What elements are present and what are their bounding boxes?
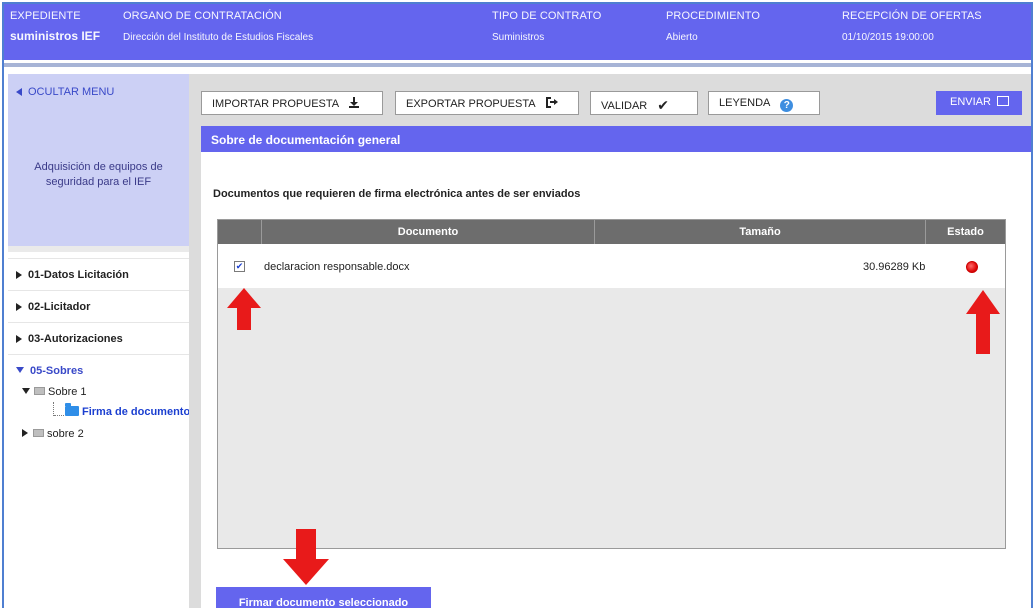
export-icon: [545, 97, 558, 108]
column-select: [218, 220, 262, 244]
validate-button[interactable]: VALIDAR ✔: [590, 91, 698, 115]
envelope-icon: [33, 429, 44, 437]
sidebar-item-label: 01-Datos Licitación: [28, 269, 129, 281]
hide-menu-button[interactable]: OCULTAR MENU: [8, 74, 189, 110]
legend-label: LEYENDA: [719, 97, 771, 109]
envelope-icon: [34, 387, 45, 395]
check-icon: ✔: [657, 97, 669, 113]
table-header: Documento Tamaño Estado: [218, 220, 1005, 244]
tree-connector: [54, 415, 64, 416]
table-row[interactable]: ✔ declaracion responsable.docx 30.96289 …: [218, 244, 1005, 288]
tree-node-sobre-2[interactable]: sobre 2: [22, 428, 84, 440]
sign-selected-button[interactable]: Firmar documento seleccionado: [216, 587, 431, 608]
folder-icon: [65, 403, 79, 416]
tree-node-label: Firma de documentos: [82, 406, 197, 418]
expand-down-icon: [22, 388, 30, 394]
caret-right-icon: [16, 303, 22, 311]
panel-subtitle: Documentos que requieren de firma electr…: [213, 188, 581, 200]
tree-node-firma-documentos[interactable]: Firma de documentos: [65, 403, 197, 418]
header-procedimiento: PROCEDIMIENTO Abierto: [666, 10, 760, 43]
annotation-arrow-up: [966, 290, 1000, 354]
sidebar-item-autorizaciones[interactable]: 03-Autorizaciones: [8, 322, 189, 352]
annotation-arrow-up: [227, 288, 261, 330]
import-button[interactable]: IMPORTAR PROPUESTA: [201, 91, 383, 115]
header-organo: ORGANO DE CONTRATACIÓN Dirección del Ins…: [123, 10, 313, 43]
procedimiento-label: PROCEDIMIENTO: [666, 10, 760, 22]
header-recepcion: RECEPCIÓN DE OFERTAS 01/10/2015 19:00:00: [842, 10, 982, 43]
sidebar-item-datos-licitacion[interactable]: 01-Datos Licitación: [8, 258, 189, 288]
caret-right-icon: [16, 271, 22, 279]
app-frame: EXPEDIENTE suministros IEF ORGANO DE CON…: [2, 2, 1033, 608]
expand-right-icon: [22, 429, 28, 437]
main-area: IMPORTAR PROPUESTA EXPORTAR PROPUESTA VA…: [189, 74, 1031, 608]
documents-table: Documento Tamaño Estado ✔ declaracion re…: [217, 219, 1006, 549]
tree-node-label: sobre 2: [47, 428, 84, 440]
export-button[interactable]: EXPORTAR PROPUESTA: [395, 91, 579, 115]
validate-label: VALIDAR: [601, 100, 648, 112]
legend-button[interactable]: LEYENDA?: [708, 91, 820, 115]
tree-connector: [53, 402, 54, 416]
send-button[interactable]: ENVIAR: [936, 91, 1022, 115]
sidebar-item-sobres[interactable]: 05-Sobres: [8, 354, 189, 384]
header-tipo: TIPO DE CONTRATO Suministros: [492, 10, 601, 43]
document-name: declaracion responsable.docx: [264, 261, 410, 273]
column-tamano: Tamaño: [595, 220, 926, 244]
organo-value: Dirección del Instituto de Estudios Fisc…: [123, 32, 314, 43]
panel-title: Sobre de documentación general: [201, 126, 1031, 152]
row-checkbox[interactable]: ✔: [234, 261, 245, 272]
sidebar: OCULTAR MENU Adquisición de equipos de s…: [8, 74, 196, 608]
divider: [8, 246, 189, 252]
header-divider: [4, 63, 1031, 67]
tree-node-label: Sobre 1: [48, 386, 87, 398]
expediente-value: suministros IEF: [10, 29, 101, 43]
send-envelope-icon: [996, 96, 1009, 106]
export-label: EXPORTAR PROPUESTA: [406, 98, 536, 110]
status-red-icon: [966, 261, 978, 273]
header-expediente: EXPEDIENTE suministros IEF: [10, 10, 100, 43]
procedimiento-value: Abierto: [666, 32, 698, 43]
sidebar-item-label: 05-Sobres: [30, 365, 84, 377]
recepcion-value: 01/10/2015 19:00:00: [842, 32, 934, 43]
import-label: IMPORTAR PROPUESTA: [212, 98, 340, 110]
organo-label: ORGANO DE CONTRATACIÓN: [123, 10, 282, 22]
hide-menu-label: OCULTAR MENU: [28, 86, 115, 98]
recepcion-label: RECEPCIÓN DE OFERTAS: [842, 10, 982, 22]
caret-right-icon: [16, 335, 22, 343]
column-estado: Estado: [947, 226, 984, 238]
caret-left-icon: [16, 88, 22, 96]
caret-down-icon: [16, 367, 24, 373]
download-icon: [349, 97, 360, 108]
sidebar-item-licitador[interactable]: 02-Licitador: [8, 290, 189, 320]
tipo-value: Suministros: [492, 32, 545, 43]
send-label: ENVIAR: [950, 96, 991, 108]
expediente-header: EXPEDIENTE suministros IEF ORGANO DE CON…: [4, 4, 1031, 60]
annotation-arrow-down: [283, 529, 329, 585]
tree-node-sobre-1[interactable]: Sobre 1: [22, 386, 87, 398]
expediente-label: EXPEDIENTE: [10, 10, 81, 22]
help-icon: ?: [780, 99, 794, 112]
sidebar-item-label: 03-Autorizaciones: [28, 333, 123, 345]
document-size: 30.96289 Kb: [863, 261, 926, 273]
project-title: Adquisición de equipos de seguridad para…: [8, 110, 189, 246]
tipo-label: TIPO DE CONTRATO: [492, 10, 602, 22]
column-documento: Documento: [262, 220, 595, 244]
sidebar-item-label: 02-Licitador: [28, 301, 91, 313]
